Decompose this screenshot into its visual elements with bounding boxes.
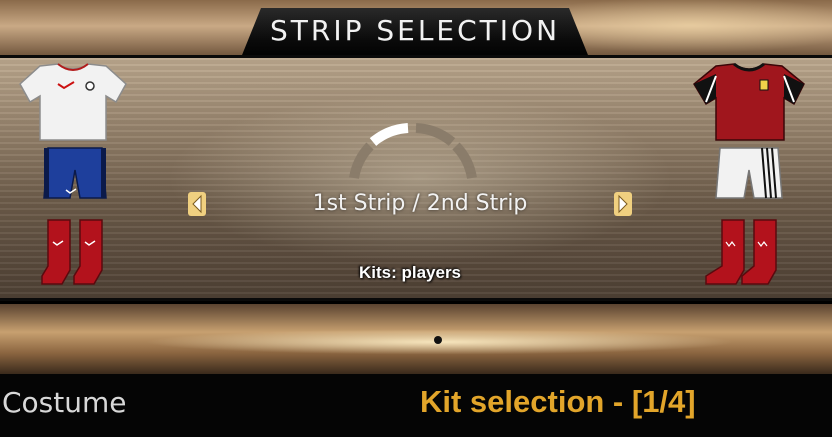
left-kit-shorts (43, 147, 107, 199)
left-kit[interactable] (18, 62, 128, 292)
right-kit-shirt (693, 62, 805, 141)
decorative-stripe (0, 304, 832, 374)
kit-selection-label: Kit selection - [1/4] (420, 384, 696, 419)
right-kit[interactable] (692, 62, 812, 292)
right-kit-shorts (715, 147, 783, 199)
stripe-dot (434, 336, 442, 344)
left-kit-socks (41, 219, 103, 285)
triangle-right-icon[interactable] (614, 192, 632, 216)
kits-info-label: Kits: players (358, 263, 462, 282)
triangle-left-icon[interactable] (188, 192, 206, 216)
right-kit-socks (705, 219, 777, 285)
left-kit-shirt (19, 63, 127, 141)
strip-indicator-arc (349, 123, 477, 180)
costume-button[interactable]: Costume (2, 386, 127, 419)
strip-selector-label: 1st Strip / 2nd Strip (312, 191, 528, 216)
page-title: STRIP SELECTION (269, 14, 561, 47)
